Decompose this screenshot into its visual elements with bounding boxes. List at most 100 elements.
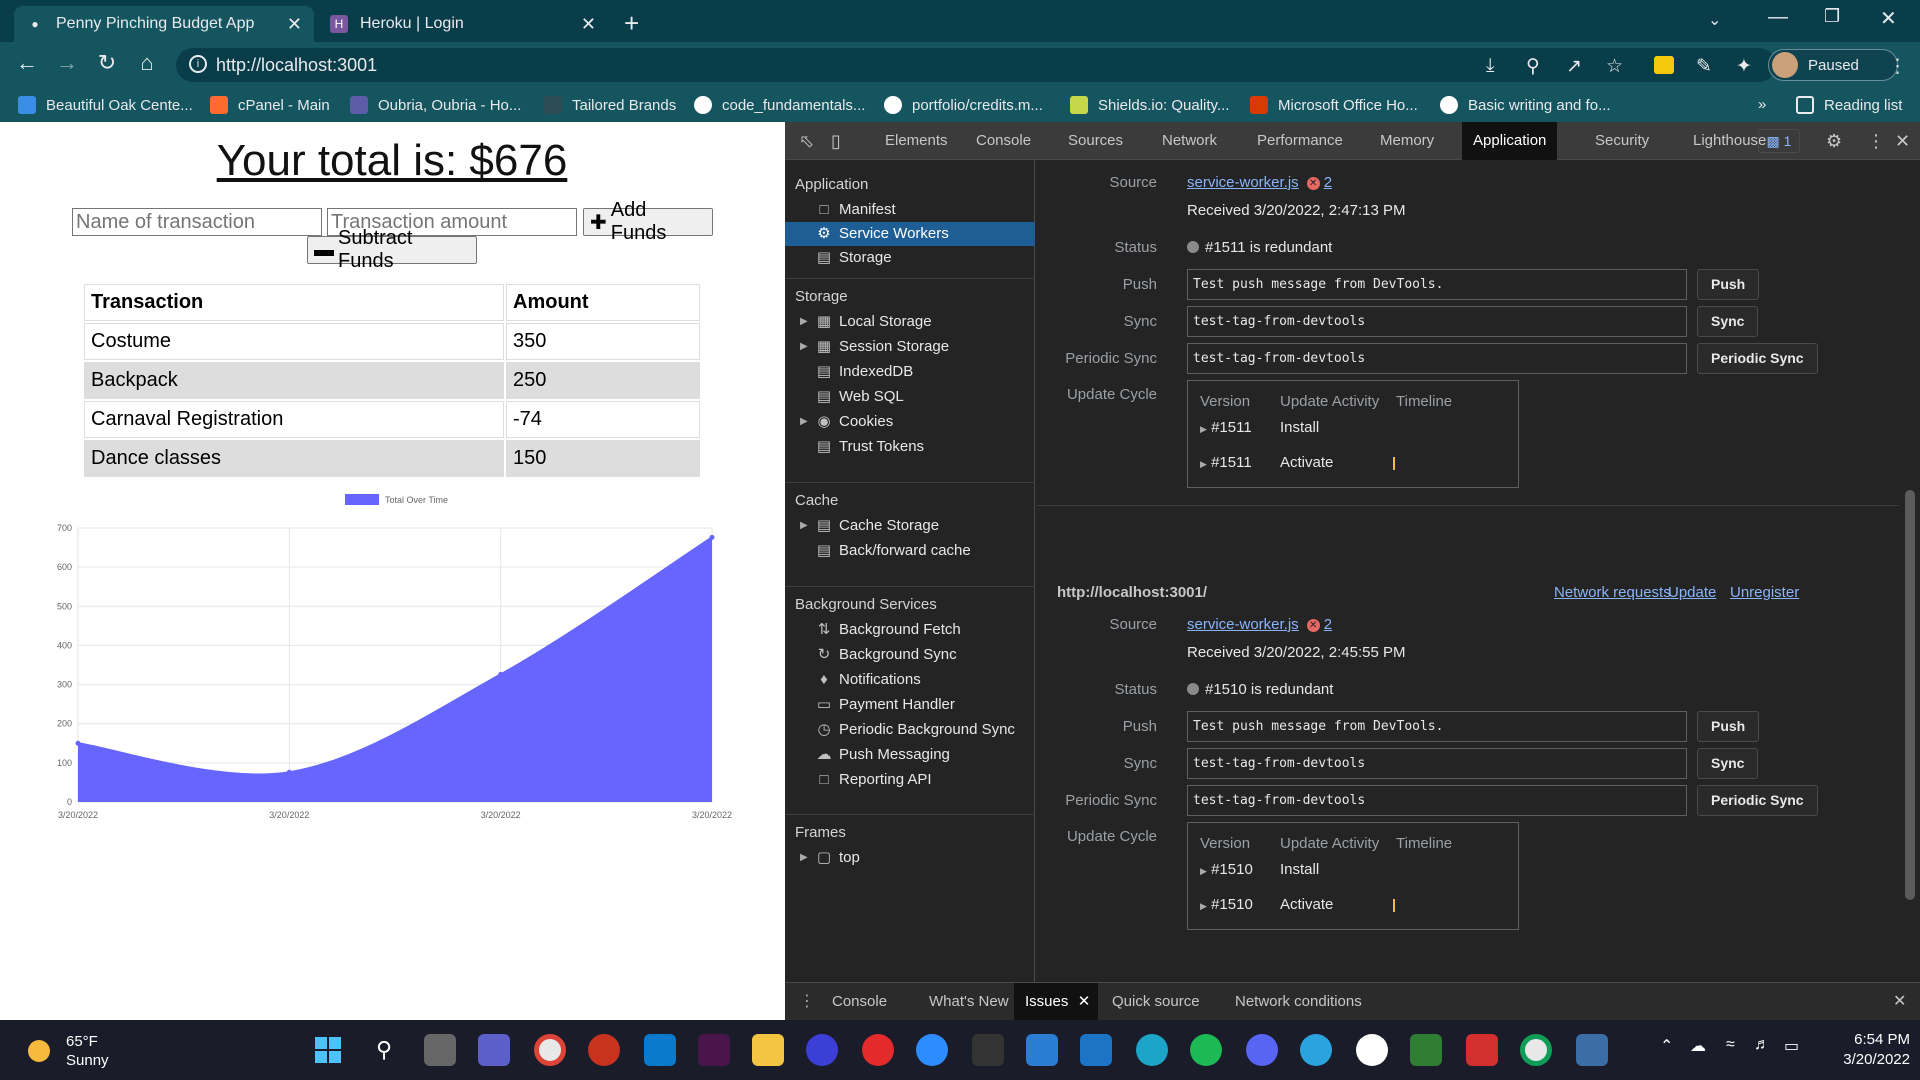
sidebar-item-session-storage[interactable]: ▶ ▦ Session Storage xyxy=(785,335,1035,359)
app-icon[interactable] xyxy=(1410,1034,1442,1066)
sync-button[interactable]: Sync xyxy=(1697,748,1759,779)
minimize-icon[interactable]: — xyxy=(1768,6,1788,29)
sync-button[interactable]: Sync xyxy=(1697,306,1759,337)
site-info-icon[interactable]: i xyxy=(189,55,207,73)
devtools-menu-icon[interactable]: ⋮ xyxy=(1867,131,1885,152)
source-link[interactable]: service-worker.js xyxy=(1187,616,1299,633)
update-link[interactable]: Update xyxy=(1668,584,1716,601)
tab-performance[interactable]: Performance xyxy=(1246,122,1354,160)
sidebar-item-notifications[interactable]: ♦ Notifications xyxy=(785,668,1035,692)
file-explorer-icon[interactable] xyxy=(752,1034,784,1066)
app-icon[interactable] xyxy=(806,1034,838,1066)
sidebar-item-push-messaging[interactable]: ☁ Push Messaging xyxy=(785,743,1035,767)
extension-icon[interactable] xyxy=(1654,56,1674,74)
periodic-sync-button[interactable]: Periodic Sync xyxy=(1697,343,1818,374)
drawer-tab-whats-new[interactable]: What's New xyxy=(918,983,1020,1020)
drawer-tab-quick-source[interactable]: Quick source xyxy=(1101,983,1211,1020)
sidebar-item-reporting-api[interactable]: □ Reporting API xyxy=(785,768,1035,792)
cycle-version[interactable]: ▶ #1510 xyxy=(1200,861,1253,878)
drawer-tab-network-conditions[interactable]: Network conditions xyxy=(1224,983,1373,1020)
sidebar-item-payment-handler[interactable]: ▭ Payment Handler xyxy=(785,693,1035,717)
bookmark-star-icon[interactable]: ☆ xyxy=(1606,55,1623,78)
spotify-icon[interactable] xyxy=(1190,1034,1222,1066)
extension-icon[interactable]: ✎ xyxy=(1696,55,1712,78)
cycle-version[interactable]: ▶ #1511 xyxy=(1200,454,1252,471)
onedrive-icon[interactable]: ☁ xyxy=(1690,1036,1706,1056)
chrome-icon[interactable] xyxy=(1520,1034,1552,1066)
network-requests-link[interactable]: Network requests xyxy=(1554,584,1671,601)
settings-gear-icon[interactable]: ⚙ xyxy=(1826,131,1842,152)
inspect-element-icon[interactable]: ⬁ xyxy=(799,131,814,152)
subtract-funds-button[interactable]: ▬ Subtract Funds xyxy=(307,227,477,272)
error-count-link[interactable]: 2 xyxy=(1324,616,1332,633)
close-tab-icon[interactable]: ✕ xyxy=(581,14,596,35)
bookmark-item[interactable]: cPanel - Main xyxy=(210,96,330,114)
app-icon[interactable] xyxy=(1026,1034,1058,1066)
sidebar-item-web-sql[interactable]: ▤ Web SQL xyxy=(785,385,1035,409)
restore-icon[interactable]: ❐ xyxy=(1824,6,1840,27)
tab-heroku[interactable]: H Heroku | Login ✕ xyxy=(318,6,608,42)
zoom-app-icon[interactable] xyxy=(916,1034,948,1066)
drawer-tab-issues[interactable]: Issues ✕ xyxy=(1014,983,1099,1020)
expand-arrow-icon[interactable]: ▶ xyxy=(800,514,808,538)
weather-widget[interactable]: 65°F Sunny xyxy=(28,1032,109,1070)
reload-icon[interactable]: ↻ xyxy=(92,50,122,76)
bookmark-item[interactable]: Microsoft Office Ho... xyxy=(1250,96,1418,114)
push-message-input[interactable]: Test push message from DevTools. xyxy=(1187,711,1687,742)
share-icon[interactable]: ↗ xyxy=(1566,55,1582,78)
discord-icon[interactable] xyxy=(1246,1034,1278,1066)
sidebar-item-trust-tokens[interactable]: ▤ Trust Tokens xyxy=(785,435,1035,459)
tab-network[interactable]: Network xyxy=(1151,122,1228,160)
sidebar-item-storage[interactable]: ▤ Storage xyxy=(785,246,1035,270)
tab-memory[interactable]: Memory xyxy=(1369,122,1445,160)
app-icon[interactable] xyxy=(1466,1034,1498,1066)
cycle-version[interactable]: ▶ #1511 xyxy=(1200,419,1252,436)
telegram-icon[interactable] xyxy=(1300,1034,1332,1066)
close-drawer-icon[interactable]: ✕ xyxy=(1893,991,1906,1011)
periodic-sync-tag-input[interactable]: test-tag-from-devtools xyxy=(1187,785,1687,816)
sidebar-item-cache-storage[interactable]: ▶ ▤ Cache Storage xyxy=(785,514,1035,538)
transaction-name-input[interactable] xyxy=(72,208,322,236)
volume-icon[interactable]: ♬ xyxy=(1754,1036,1770,1054)
sync-tag-input[interactable]: test-tag-from-devtools xyxy=(1187,306,1687,337)
bookmark-item[interactable]: Beautiful Oak Cente... xyxy=(18,96,193,114)
app-icon[interactable] xyxy=(1080,1034,1112,1066)
bookmark-item[interactable]: code_fundamentals... xyxy=(694,96,865,114)
reading-list[interactable]: Reading list xyxy=(1796,96,1902,114)
vscode-icon[interactable] xyxy=(644,1034,676,1066)
more-bookmarks-icon[interactable]: » xyxy=(1758,96,1766,113)
show-hidden-icons-icon[interactable]: ⌃ xyxy=(1660,1036,1673,1056)
expand-arrow-icon[interactable]: ▶ xyxy=(800,335,808,359)
tab-search-icon[interactable]: ⌄ xyxy=(1708,10,1721,30)
terminal-icon[interactable] xyxy=(972,1034,1004,1066)
drawer-tab-console[interactable]: Console xyxy=(821,983,898,1020)
tab-penny-pinching[interactable]: ● Penny Pinching Budget App ✕ xyxy=(14,6,314,42)
install-app-icon[interactable]: ⤓ xyxy=(1486,55,1494,77)
sidebar-item-local-storage[interactable]: ▶ ▦ Local Storage xyxy=(785,310,1035,334)
close-devtools-icon[interactable]: ✕ xyxy=(1895,131,1910,152)
device-toolbar-icon[interactable]: ▯ xyxy=(831,131,841,152)
cycle-version[interactable]: ▶ #1510 xyxy=(1200,896,1253,913)
panel-scrollbar[interactable] xyxy=(1901,160,1919,982)
tab-elements[interactable]: Elements xyxy=(874,122,959,160)
tab-sources[interactable]: Sources xyxy=(1057,122,1134,160)
battery-icon[interactable]: ▭ xyxy=(1784,1036,1799,1056)
system-clock[interactable]: 6:54 PM 3/20/2022 xyxy=(1820,1030,1910,1070)
home-icon[interactable]: ⌂ xyxy=(132,50,162,76)
zoom-icon[interactable]: ⚲ xyxy=(1526,55,1540,78)
tab-security[interactable]: Security xyxy=(1584,122,1660,160)
forward-icon[interactable]: → xyxy=(52,50,82,76)
bookmark-item[interactable]: Oubria, Oubria - Ho... xyxy=(350,96,521,114)
bookmark-item[interactable]: portfolio/credits.m... xyxy=(884,96,1043,114)
sidebar-item-service-workers[interactable]: ⚙ Service Workers xyxy=(785,222,1035,246)
add-funds-button[interactable]: ✚ Add Funds xyxy=(583,199,713,244)
edge-icon[interactable] xyxy=(1136,1034,1168,1066)
push-button[interactable]: Push xyxy=(1697,269,1760,300)
bookmark-item[interactable]: Tailored Brands xyxy=(544,96,676,114)
extensions-puzzle-icon[interactable]: ✦ xyxy=(1736,55,1752,78)
sidebar-item-background-sync[interactable]: ↻ Background Sync xyxy=(785,643,1035,667)
sidebar-item-manifest[interactable]: □ Manifest xyxy=(785,198,1035,222)
profile-button[interactable]: Paused xyxy=(1768,49,1898,81)
sidebar-item-indexeddb[interactable]: ▤ IndexedDB xyxy=(785,360,1035,384)
task-view-icon[interactable] xyxy=(424,1034,456,1066)
